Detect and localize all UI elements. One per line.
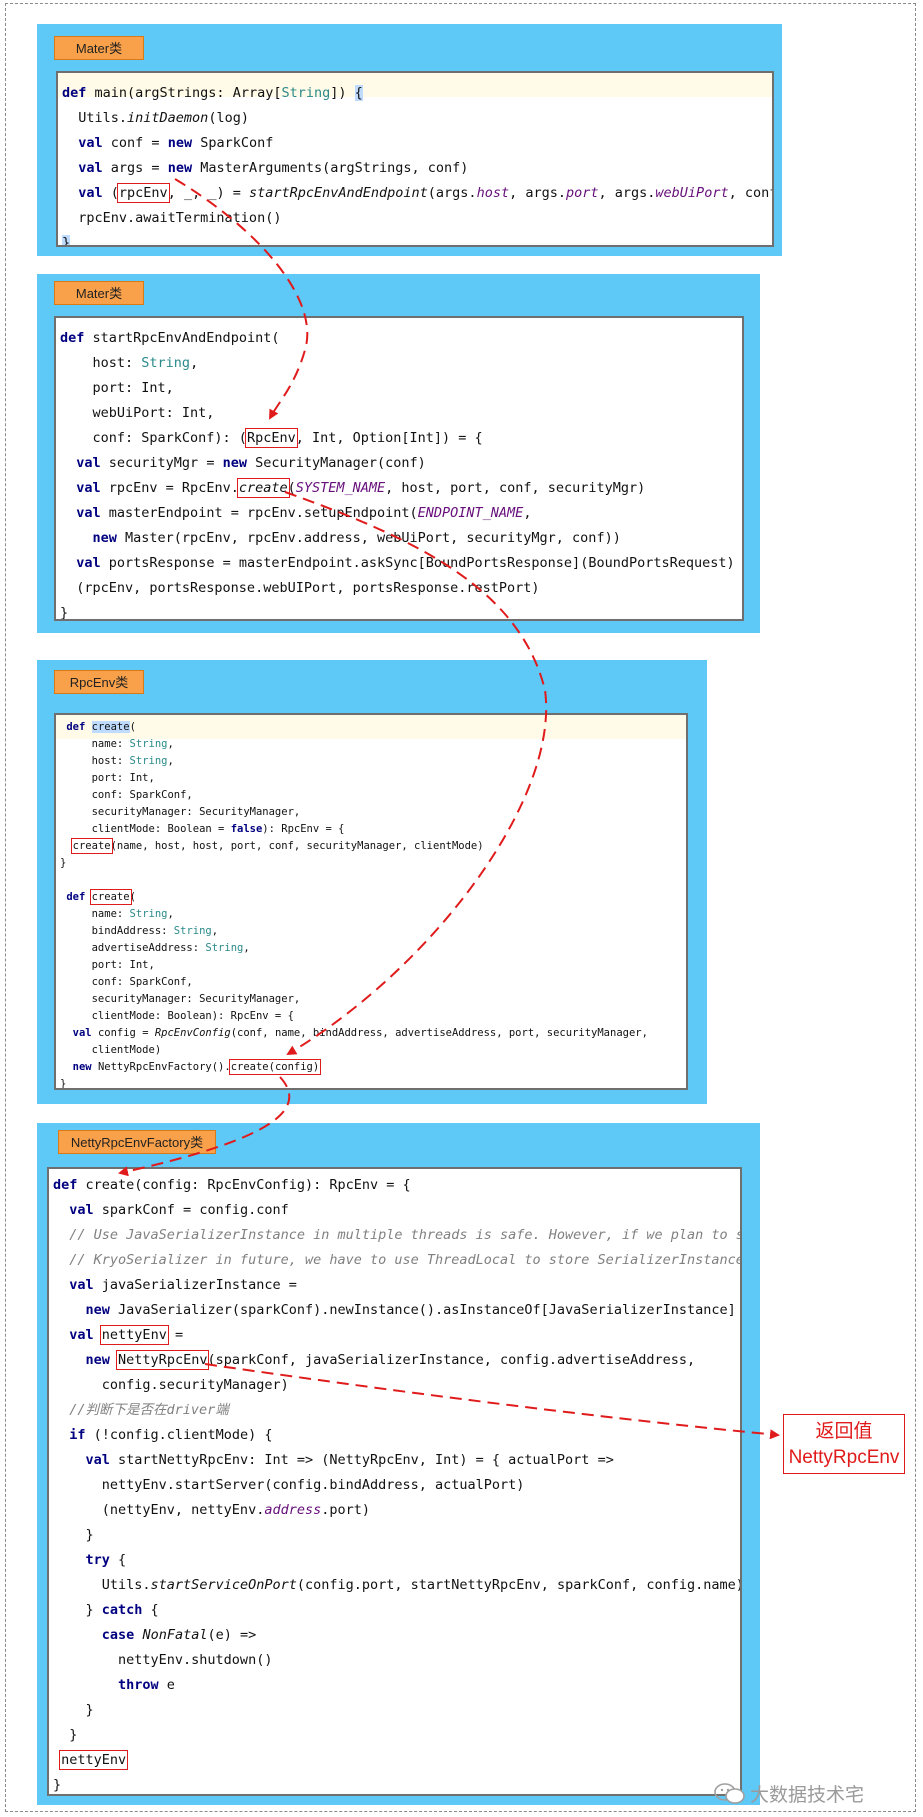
arrow-create-to-rpcenv-create xyxy=(284,491,548,1056)
arrow-factory-create-to-netty-create xyxy=(118,1076,291,1177)
arrow-rpcenv-to-startrpcenv xyxy=(174,178,309,420)
arrow-nettyrpcenv-to-return xyxy=(204,1363,780,1440)
flow-arrows xyxy=(118,178,780,1440)
